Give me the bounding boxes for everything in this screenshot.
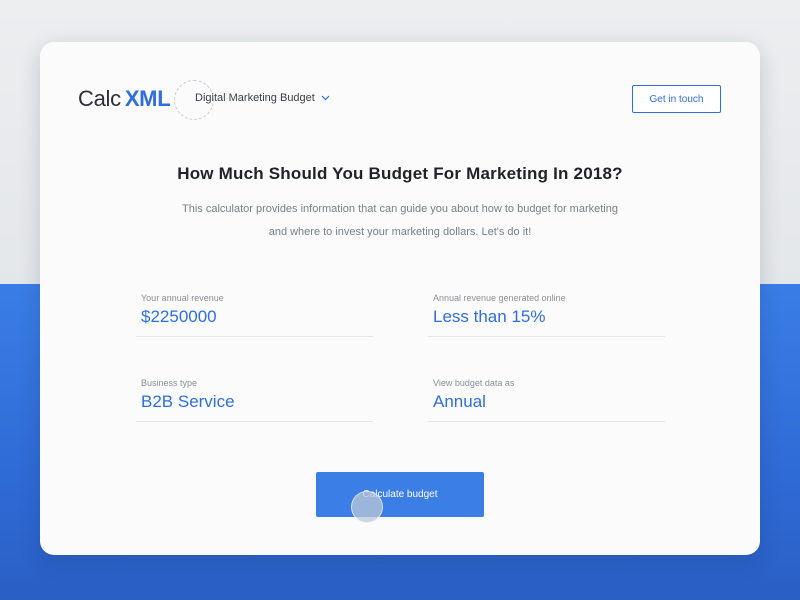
business-type-field[interactable]: Business type B2B Service xyxy=(136,378,373,422)
calcxml-logo[interactable]: Calc XML xyxy=(78,80,214,120)
business-type-label: Business type xyxy=(141,378,198,388)
logo-text-xml: XML xyxy=(124,86,171,111)
online-revenue-field[interactable]: Annual revenue generated online Less tha… xyxy=(428,293,665,337)
budget-view-label: View budget data as xyxy=(433,378,515,388)
chevron-down-icon xyxy=(321,95,330,101)
calculator-dropdown-label: Digital Marketing Budget xyxy=(195,92,315,104)
page-title: How Much Should You Budget For Marketing… xyxy=(177,164,623,183)
online-revenue-value[interactable]: Less than 15% xyxy=(433,307,545,327)
business-type-value[interactable]: B2B Service xyxy=(141,392,235,412)
annual-revenue-field[interactable]: Your annual revenue $2250000 xyxy=(136,293,373,337)
page-subtitle: This calculator provides information tha… xyxy=(182,203,618,238)
get-in-touch-button[interactable]: Get in touch xyxy=(632,85,721,113)
online-revenue-label: Annual revenue generated online xyxy=(433,293,566,303)
calculator-dropdown[interactable]: Digital Marketing Budget xyxy=(195,92,330,104)
budget-view-field[interactable]: View budget data as Annual xyxy=(428,378,665,422)
logo-text-calc: Calc xyxy=(78,86,121,111)
calculate-budget-button[interactable]: Calculate budget xyxy=(316,472,484,517)
annual-revenue-label: Your annual revenue xyxy=(141,293,224,303)
budget-view-value[interactable]: Annual xyxy=(433,392,486,412)
annual-revenue-value[interactable]: $2250000 xyxy=(141,307,217,327)
calculator-card: Calc XML Digital Marketing Budget Get in… xyxy=(40,42,760,555)
